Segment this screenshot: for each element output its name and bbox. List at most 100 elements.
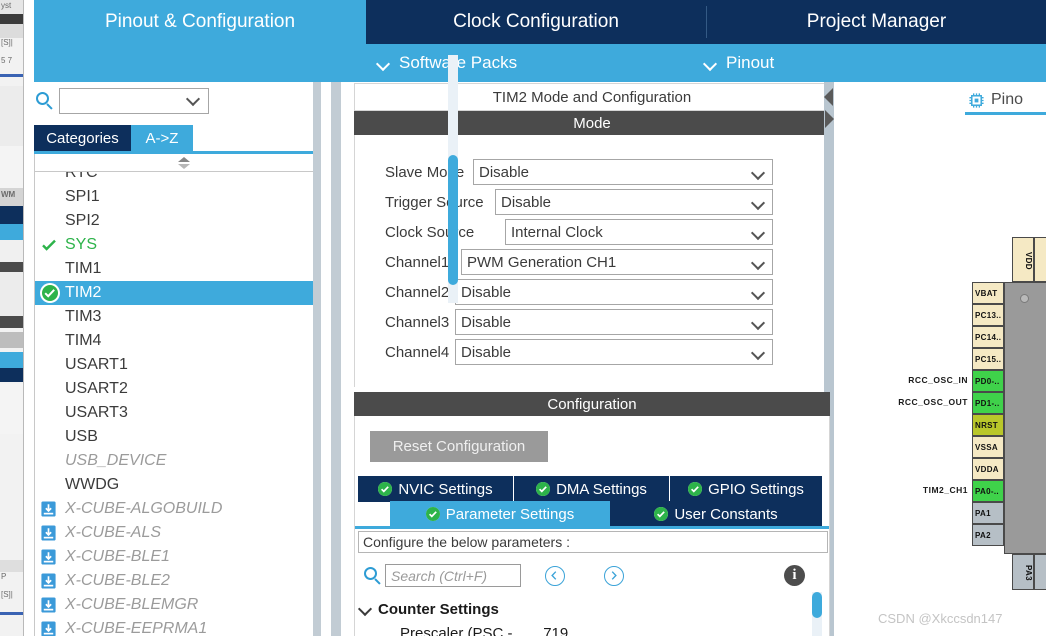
menu-label: Pinout	[726, 53, 775, 72]
collapse-right-arrow-icon[interactable]	[825, 110, 834, 128]
peripheral-item-spi2[interactable]: SPI2	[35, 209, 333, 233]
pin-VSS[interactable]: VSS	[1034, 237, 1046, 282]
param-group-counter-settings[interactable]: Counter Settings	[358, 598, 499, 620]
field-value: Disable	[461, 343, 512, 361]
peripheral-list[interactable]: RTC SPI1 SPI2 SYS TIM1 TIM2 TIM3 TIM4 USART1 USAR…	[34, 172, 334, 636]
pin-PC15[interactable]: PC15..	[972, 348, 1004, 370]
pinout-tab-underline	[965, 112, 1046, 115]
list-scroll-up-button[interactable]	[34, 154, 334, 172]
peripheral-item-tim4[interactable]: TIM4	[35, 329, 333, 353]
panel-gap-2	[341, 82, 353, 636]
collapse-left-arrow-icon[interactable]	[824, 88, 833, 106]
pin-PC13[interactable]: PC13..	[972, 304, 1004, 326]
peripheral-item-usart2[interactable]: USART2	[35, 377, 333, 401]
info-icon[interactable]: i	[784, 565, 805, 586]
bg-fragment: 5 7	[1, 56, 13, 65]
menu-pinout[interactable]: Pinout	[704, 44, 774, 82]
chip-icon	[968, 92, 985, 109]
mode-field-channel3: Channel3 Disable	[355, 307, 825, 337]
download-icon[interactable]	[40, 596, 57, 614]
mode-scrollbar-thumb[interactable]	[448, 155, 458, 285]
pin-PC14[interactable]: PC14..	[972, 326, 1004, 348]
tab-a-to-z[interactable]: A->Z	[131, 125, 193, 151]
peripheral-item-usart3[interactable]: USART3	[35, 401, 333, 425]
field-dropdown[interactable]: Disable	[495, 189, 773, 215]
pin-NRST[interactable]: NRST	[972, 414, 1004, 436]
peripheral-item-sys[interactable]: SYS	[35, 233, 333, 257]
tab-pinout-view[interactable]: Pino	[968, 88, 1023, 112]
tab-user-constants[interactable]: User Constants	[610, 501, 822, 527]
tab-categories[interactable]: Categories	[34, 125, 131, 151]
tab-label: Categories	[46, 129, 119, 147]
reset-configuration-button[interactable]: Reset Configuration	[370, 431, 548, 462]
tab-pinout-configuration[interactable]: Pinout & Configuration	[34, 0, 366, 44]
peripheral-item-spi1[interactable]: SPI1	[35, 185, 333, 209]
download-icon[interactable]	[40, 548, 57, 566]
pin-PA2[interactable]: PA2	[972, 524, 1004, 546]
tab-gpio-settings[interactable]: GPIO Settings	[670, 476, 822, 502]
tab-label: User Constants	[674, 505, 778, 523]
peripheral-label: X-CUBE-ALS	[65, 524, 162, 541]
check-circle-icon	[688, 482, 703, 496]
download-icon[interactable]	[40, 500, 57, 518]
pin-PA0[interactable]: PA0-..	[972, 480, 1004, 502]
configuration-section-header: Configuration	[354, 392, 830, 416]
pin-VDDA[interactable]: VDDA	[972, 458, 1004, 480]
tab-dma-settings[interactable]: DMA Settings	[514, 476, 669, 502]
circle-right-arrow-icon[interactable]	[604, 566, 624, 586]
mode-field-channel4: Channel4 Disable	[355, 337, 825, 367]
pin-PA4[interactable]: PA4	[1034, 554, 1046, 590]
chevron-down-icon[interactable]	[358, 602, 372, 616]
pin-VDD[interactable]: VDD	[1012, 237, 1034, 282]
field-dropdown[interactable]: PWM Generation CH1	[461, 249, 773, 275]
tab-label: Project Manager	[806, 11, 947, 32]
tab-label: Pinout & Configuration	[104, 11, 296, 32]
peripheral-item-tim1[interactable]: TIM1	[35, 257, 333, 281]
peripheral-item-rtc[interactable]: RTC	[35, 172, 333, 185]
download-icon[interactable]	[40, 572, 57, 590]
mode-section-header: Mode	[354, 111, 830, 135]
pin-VSSA[interactable]: VSSA	[972, 436, 1004, 458]
tab-clock-configuration[interactable]: Clock Configuration	[366, 0, 706, 44]
pin-PA3[interactable]: PA3	[1012, 554, 1034, 590]
pin-PA1[interactable]: PA1	[972, 502, 1004, 524]
peripheral-item-tim2[interactable]: TIM2	[35, 281, 333, 305]
peripheral-item-x-cube-ble2[interactable]: X-CUBE-BLE2	[35, 569, 333, 593]
field-dropdown[interactable]: Disable	[473, 159, 773, 185]
pin-signal-rcc-osc-out: RCC_OSC_OUT	[898, 397, 968, 407]
download-icon[interactable]	[40, 524, 57, 542]
tab-project-manager[interactable]: Project Manager	[707, 0, 1046, 44]
field-dropdown[interactable]: Disable	[455, 339, 773, 365]
peripheral-item-tim3[interactable]: TIM3	[35, 305, 333, 329]
peripheral-item-x-cube-ble1[interactable]: X-CUBE-BLE1	[35, 545, 333, 569]
parameter-scrollbar-thumb[interactable]	[812, 592, 822, 618]
peripheral-item-wwdg[interactable]: WWDG	[35, 473, 333, 497]
tab-parameter-settings[interactable]: Parameter Settings	[390, 501, 610, 527]
peripheral-label: TIM2	[65, 284, 102, 301]
peripheral-item-x-cube-als[interactable]: X-CUBE-ALS	[35, 521, 333, 545]
download-icon[interactable]	[40, 620, 57, 636]
parameter-search-input[interactable]: Search (Ctrl+F)	[385, 564, 521, 587]
field-dropdown[interactable]: Disable	[455, 309, 773, 335]
peripheral-item-x-cube-blemgr[interactable]: X-CUBE-BLEMGR	[35, 593, 333, 617]
circle-left-arrow-icon[interactable]	[545, 566, 565, 586]
menu-label: Software Packs	[399, 53, 518, 72]
param-row-prescaler[interactable]: Prescaler (PSC - ... 719	[400, 622, 568, 636]
peripheral-label: X-CUBE-BLE1	[65, 548, 170, 565]
bg-fragment: WM	[1, 190, 16, 199]
tab-label: Parameter Settings	[445, 505, 575, 523]
peripheral-item-usb-device[interactable]: USB_DEVICE	[35, 449, 333, 473]
peripheral-item-usb[interactable]: USB	[35, 425, 333, 449]
pin-PD1[interactable]: PD1-..	[972, 392, 1004, 414]
field-dropdown[interactable]: Disable	[455, 279, 773, 305]
peripheral-item-x-cube-algobuild[interactable]: X-CUBE-ALGOBUILD	[35, 497, 333, 521]
pin-VBAT[interactable]: VBAT	[972, 282, 1004, 304]
pin-PD0[interactable]: PD0-..	[972, 370, 1004, 392]
configure-parameters-note: Configure the below parameters :	[358, 531, 828, 553]
peripheral-item-usart1[interactable]: USART1	[35, 353, 333, 377]
field-dropdown[interactable]: Internal Clock	[505, 219, 773, 245]
tab-nvic-settings[interactable]: NVIC Settings	[358, 476, 513, 502]
peripheral-search-input[interactable]	[59, 88, 209, 114]
peripheral-item-x-cube-eeprma1[interactable]: X-CUBE-EEPRMA1	[35, 617, 333, 636]
panel-divider[interactable]	[331, 82, 341, 636]
